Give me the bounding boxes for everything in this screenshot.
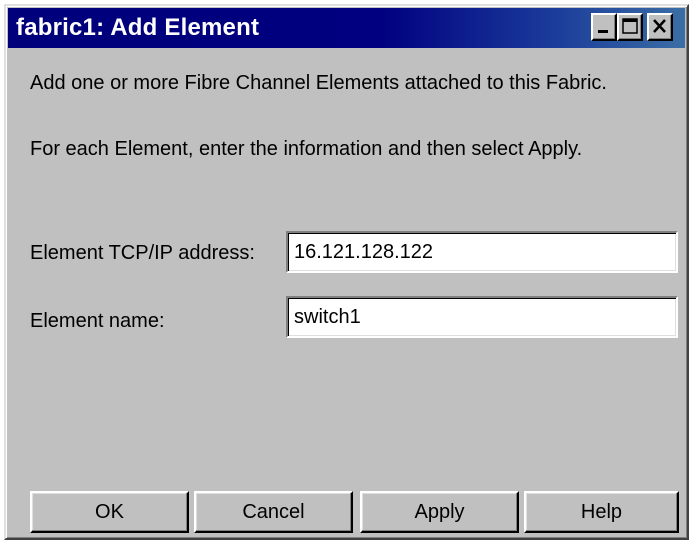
minimize-icon <box>598 30 608 33</box>
close-button[interactable] <box>647 13 673 41</box>
address-label: Element TCP/IP address: <box>30 242 255 264</box>
instruction-line-1: Add one or more Fibre Channel Elements a… <box>30 72 607 94</box>
add-element-dialog: fabric1: Add Element Add one or more Fib… <box>4 4 689 540</box>
window-title: fabric1: Add Element <box>16 14 260 41</box>
maximize-button[interactable] <box>617 13 643 41</box>
help-button[interactable]: Help <box>524 491 679 533</box>
apply-button[interactable]: Apply <box>360 491 519 533</box>
element-name-label: Element name: <box>30 310 165 332</box>
address-input[interactable] <box>286 231 678 273</box>
minimize-button[interactable] <box>591 13 617 41</box>
ok-button[interactable]: OK <box>30 491 189 533</box>
close-icon <box>653 19 666 33</box>
instruction-line-2: For each Element, enter the information … <box>30 138 583 160</box>
cancel-button[interactable]: Cancel <box>194 491 353 533</box>
maximize-icon <box>622 18 638 34</box>
title-bar[interactable]: fabric1: Add Element <box>8 8 685 48</box>
element-name-input[interactable] <box>286 296 678 338</box>
